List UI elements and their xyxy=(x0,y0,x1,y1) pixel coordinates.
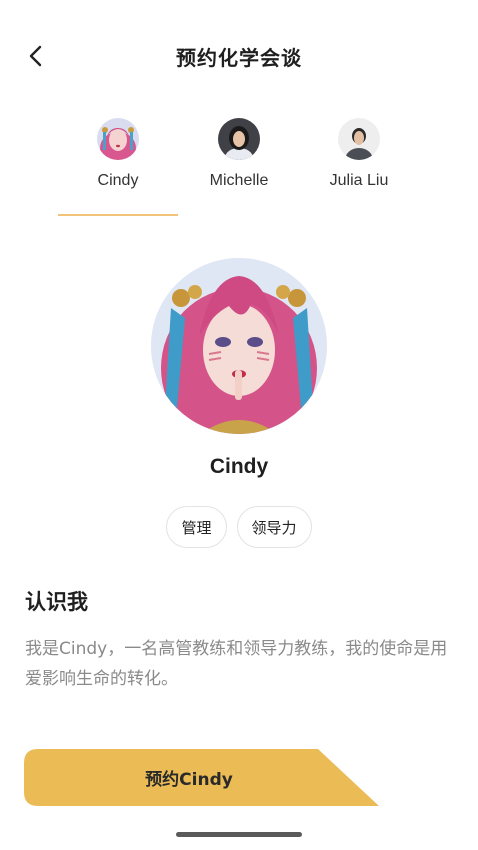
tag-leadership: 领导力 xyxy=(236,506,312,548)
skill-tags: 管理 领导力 xyxy=(0,506,478,548)
tab-label: Michelle xyxy=(209,172,269,189)
coach-name: Cindy xyxy=(209,455,269,478)
about-body: 我是Cindy，一名高管教练和领导力教练，我的使命是用爱影响生命的转化。 xyxy=(25,639,448,689)
avatar xyxy=(218,118,260,160)
avatar xyxy=(338,118,380,160)
book-button[interactable]: 预约Cindy xyxy=(24,749,379,806)
tab-michelle[interactable]: Michelle xyxy=(179,118,299,216)
tab-julia-liu[interactable]: Julia Liu xyxy=(299,118,419,216)
header: 预约化学会谈 xyxy=(0,28,478,84)
tab-cindy[interactable]: Cindy xyxy=(58,118,178,216)
home-indicator[interactable] xyxy=(176,832,302,837)
coach-tabs: Cindy Michelle Julia Liu xyxy=(0,118,478,218)
book-button-label: 预约Cindy xyxy=(145,770,233,790)
about-title: 认识我 xyxy=(25,590,88,614)
tab-label: Julia Liu xyxy=(329,172,389,189)
screen: 预约化学会谈 Cindy Michelle Julia Liu Cindy 管理… xyxy=(0,0,478,850)
tag-management: 管理 xyxy=(166,506,227,548)
tab-indicator xyxy=(58,214,178,216)
page-title: 预约化学会谈 xyxy=(176,46,302,70)
avatar xyxy=(97,118,139,160)
profile-avatar xyxy=(151,258,327,434)
tab-label: Cindy xyxy=(97,172,139,189)
